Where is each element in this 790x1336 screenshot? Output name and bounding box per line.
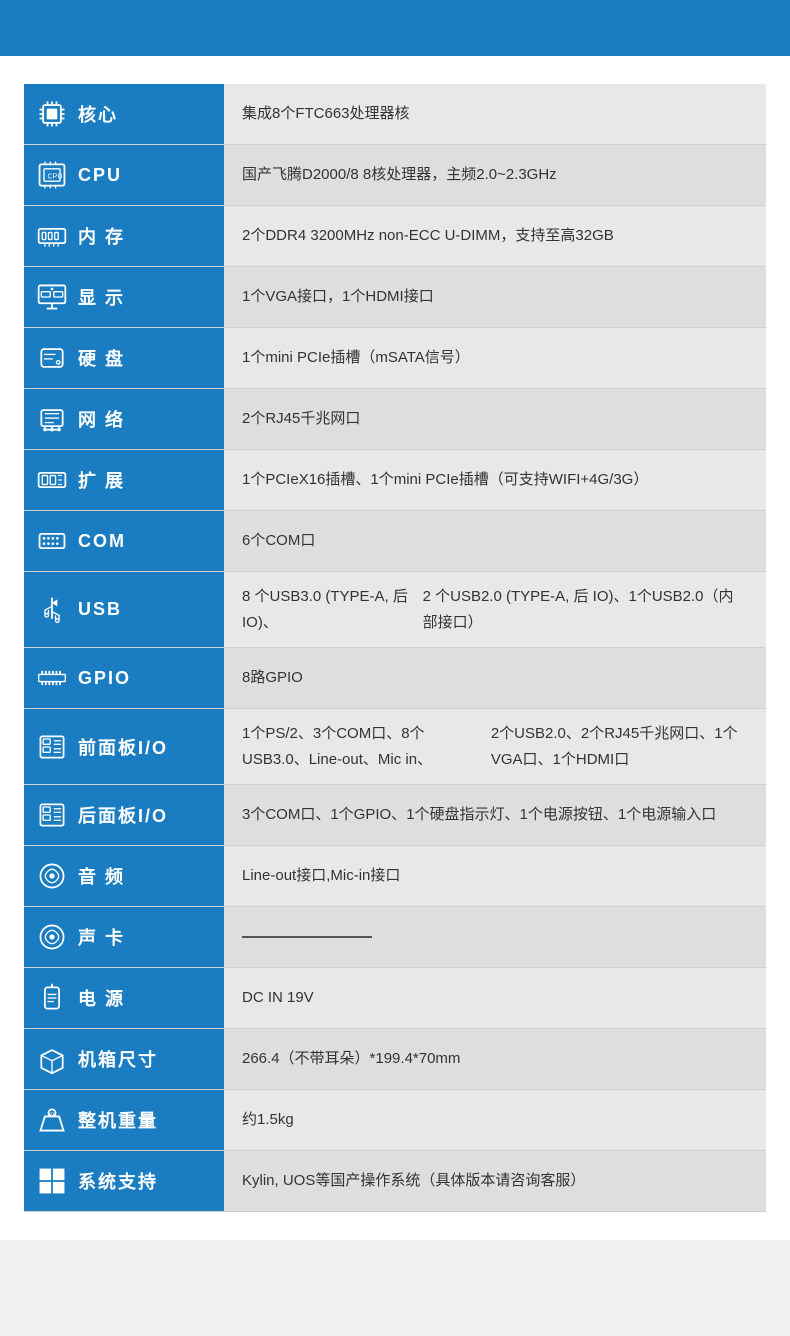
ram-icon xyxy=(34,218,70,254)
spec-label-text-cpu: CPU xyxy=(78,165,122,186)
spec-row-audio: 音 频 Line-out接口,Mic-in接口 xyxy=(24,846,766,907)
svg-text:CPU: CPU xyxy=(48,173,63,181)
weight-icon: kg xyxy=(34,1102,70,1138)
spec-label-display: 显 示 xyxy=(24,267,224,327)
spec-row-network: 网 络 2个RJ45千兆网口 xyxy=(24,389,766,450)
spec-value-expand: 1个PCIeX16插槽、1个mini PCIe插槽（可支持WIFI+4G/3G） xyxy=(224,450,766,510)
spec-value-com: 6个COM口 xyxy=(224,511,766,571)
power-icon xyxy=(34,980,70,1016)
spec-label-core: 核心 xyxy=(24,84,224,144)
spec-label-ram: 内 存 xyxy=(24,206,224,266)
spec-label-cpu: CPU CPU xyxy=(24,145,224,205)
spec-value-dimension: 266.4（不带耳朵）*199.4*70mm xyxy=(224,1029,766,1089)
spec-value-power: DC IN 19V xyxy=(224,968,766,1028)
network-icon xyxy=(34,401,70,437)
spec-label-text-network: 网 络 xyxy=(78,406,125,432)
spec-value-core: 集成8个FTC663处理器核 xyxy=(224,84,766,144)
gpio-icon xyxy=(34,660,70,696)
header xyxy=(0,0,790,56)
spec-row-expand: 扩 展 1个PCIeX16插槽、1个mini PCIe插槽（可支持WIFI+4G/… xyxy=(24,450,766,511)
spec-row-hdd: 硬 盘 1个mini PCIe插槽（mSATA信号） xyxy=(24,328,766,389)
spec-label-text-front-panel: 前面板I/O xyxy=(78,734,168,760)
spec-label-text-dimension: 机箱尺寸 xyxy=(78,1046,158,1072)
spec-row-dimension: 机箱尺寸 266.4（不带耳朵）*199.4*70mm xyxy=(24,1029,766,1090)
spec-label-audio: 音 频 xyxy=(24,846,224,906)
spec-label-text-core: 核心 xyxy=(78,101,118,127)
spec-label-dimension: 机箱尺寸 xyxy=(24,1029,224,1089)
hdd-icon xyxy=(34,340,70,376)
spec-label-soundcard: 声 卡 xyxy=(24,907,224,967)
spec-value-weight: 约1.5kg xyxy=(224,1090,766,1150)
spec-label-hdd: 硬 盘 xyxy=(24,328,224,388)
expand-icon xyxy=(34,462,70,498)
spec-label-text-soundcard: 声 卡 xyxy=(78,924,125,950)
spec-row-power: 电 源 DC IN 19V xyxy=(24,968,766,1029)
com-icon xyxy=(34,523,70,559)
spec-value-network: 2个RJ45千兆网口 xyxy=(224,389,766,449)
spec-value-cpu: 国产飞腾D2000/8 8核处理器，主频2.0~2.3GHz xyxy=(224,145,766,205)
spec-value-display: 1个VGA接口，1个HDMI接口 xyxy=(224,267,766,327)
spec-row-ram: 内 存 2个DDR4 3200MHz non-ECC U-DIMM，支持至高32G… xyxy=(24,206,766,267)
spec-label-text-usb: USB xyxy=(78,599,122,620)
spec-row-com: COM 6个COM口 xyxy=(24,511,766,572)
spec-label-text-os: 系统支持 xyxy=(78,1168,158,1194)
spec-row-core: 核心 集成8个FTC663处理器核 xyxy=(24,84,766,145)
spec-row-weight: kg 整机重量约1.5kg xyxy=(24,1090,766,1151)
spec-label-network: 网 络 xyxy=(24,389,224,449)
cpu-icon: CPU xyxy=(34,157,70,193)
spec-value-hdd: 1个mini PCIe插槽（mSATA信号） xyxy=(224,328,766,388)
spec-label-text-audio: 音 频 xyxy=(78,863,125,889)
spec-row-rear-panel: 后面板I/O 3个COM口、1个GPIO、1个硬盘指示灯、1个电源按钮、1个电源输… xyxy=(24,785,766,846)
spec-row-soundcard: 声 卡 xyxy=(24,907,766,968)
spec-value-os: Kylin, UOS等国产操作系统（具体版本请咨询客服） xyxy=(224,1151,766,1211)
spec-label-rear-panel: 后面板I/O xyxy=(24,785,224,845)
spec-label-text-hdd: 硬 盘 xyxy=(78,345,125,371)
spec-value-audio: Line-out接口,Mic-in接口 xyxy=(224,846,766,906)
windows-icon xyxy=(34,1163,70,1199)
spec-label-usb: USB xyxy=(24,572,224,647)
spec-row-display: 显 示 1个VGA接口，1个HDMI接口 xyxy=(24,267,766,328)
spec-label-text-expand: 扩 展 xyxy=(78,467,125,493)
spec-value-ram: 2个DDR4 3200MHz non-ECC U-DIMM，支持至高32GB xyxy=(224,206,766,266)
spec-label-weight: kg 整机重量 xyxy=(24,1090,224,1150)
spec-value-soundcard xyxy=(224,907,766,967)
spec-value-front-panel: 1个PS/2、3个COM口、8个USB3.0、Line-out、Mic in、2… xyxy=(224,709,766,784)
spec-label-text-gpio: GPIO xyxy=(78,668,131,689)
spec-label-com: COM xyxy=(24,511,224,571)
spec-label-gpio: GPIO xyxy=(24,648,224,708)
spec-label-front-panel: 前面板I/O xyxy=(24,709,224,784)
spec-value-rear-panel: 3个COM口、1个GPIO、1个硬盘指示灯、1个电源按钮、1个电源输入口 xyxy=(224,785,766,845)
spec-row-gpio: GPIO 8路GPIO xyxy=(24,648,766,709)
panel-icon xyxy=(34,797,70,833)
spec-label-text-ram: 内 存 xyxy=(78,223,125,249)
spec-label-os: 系统支持 xyxy=(24,1151,224,1211)
spec-label-text-display: 显 示 xyxy=(78,284,125,310)
page-wrapper: 核心集成8个FTC663处理器核 CPU CPU国产飞腾D2000/8 8核处理… xyxy=(0,0,790,1240)
spec-label-power: 电 源 xyxy=(24,968,224,1028)
spec-table: 核心集成8个FTC663处理器核 CPU CPU国产飞腾D2000/8 8核处理… xyxy=(24,84,766,1212)
spec-row-cpu: CPU CPU国产飞腾D2000/8 8核处理器，主频2.0~2.3GHz xyxy=(24,145,766,206)
spec-label-text-weight: 整机重量 xyxy=(78,1107,158,1133)
spec-row-front-panel: 前面板I/O 1个PS/2、3个COM口、8个USB3.0、Line-out、Mi… xyxy=(24,709,766,785)
usb-icon xyxy=(34,592,70,628)
spec-label-text-power: 电 源 xyxy=(78,985,125,1011)
spec-label-text-rear-panel: 后面板I/O xyxy=(78,802,168,828)
spec-row-os: 系统支持 Kylin, UOS等国产操作系统（具体版本请咨询客服） xyxy=(24,1151,766,1212)
box-icon xyxy=(34,1041,70,1077)
spec-value-gpio: 8路GPIO xyxy=(224,648,766,708)
audio-icon xyxy=(34,919,70,955)
chip-icon xyxy=(34,96,70,132)
audio-icon xyxy=(34,858,70,894)
spec-row-usb: USB 8 个USB3.0 (TYPE-A, 后 IO)、2 个USB2.0 (T… xyxy=(24,572,766,648)
display-icon xyxy=(34,279,70,315)
panel-icon xyxy=(34,729,70,765)
spec-label-text-com: COM xyxy=(78,531,126,552)
spec-table-container: 核心集成8个FTC663处理器核 CPU CPU国产飞腾D2000/8 8核处理… xyxy=(0,56,790,1240)
spec-label-expand: 扩 展 xyxy=(24,450,224,510)
spec-value-usb: 8 个USB3.0 (TYPE-A, 后 IO)、2 个USB2.0 (TYPE… xyxy=(224,572,766,647)
